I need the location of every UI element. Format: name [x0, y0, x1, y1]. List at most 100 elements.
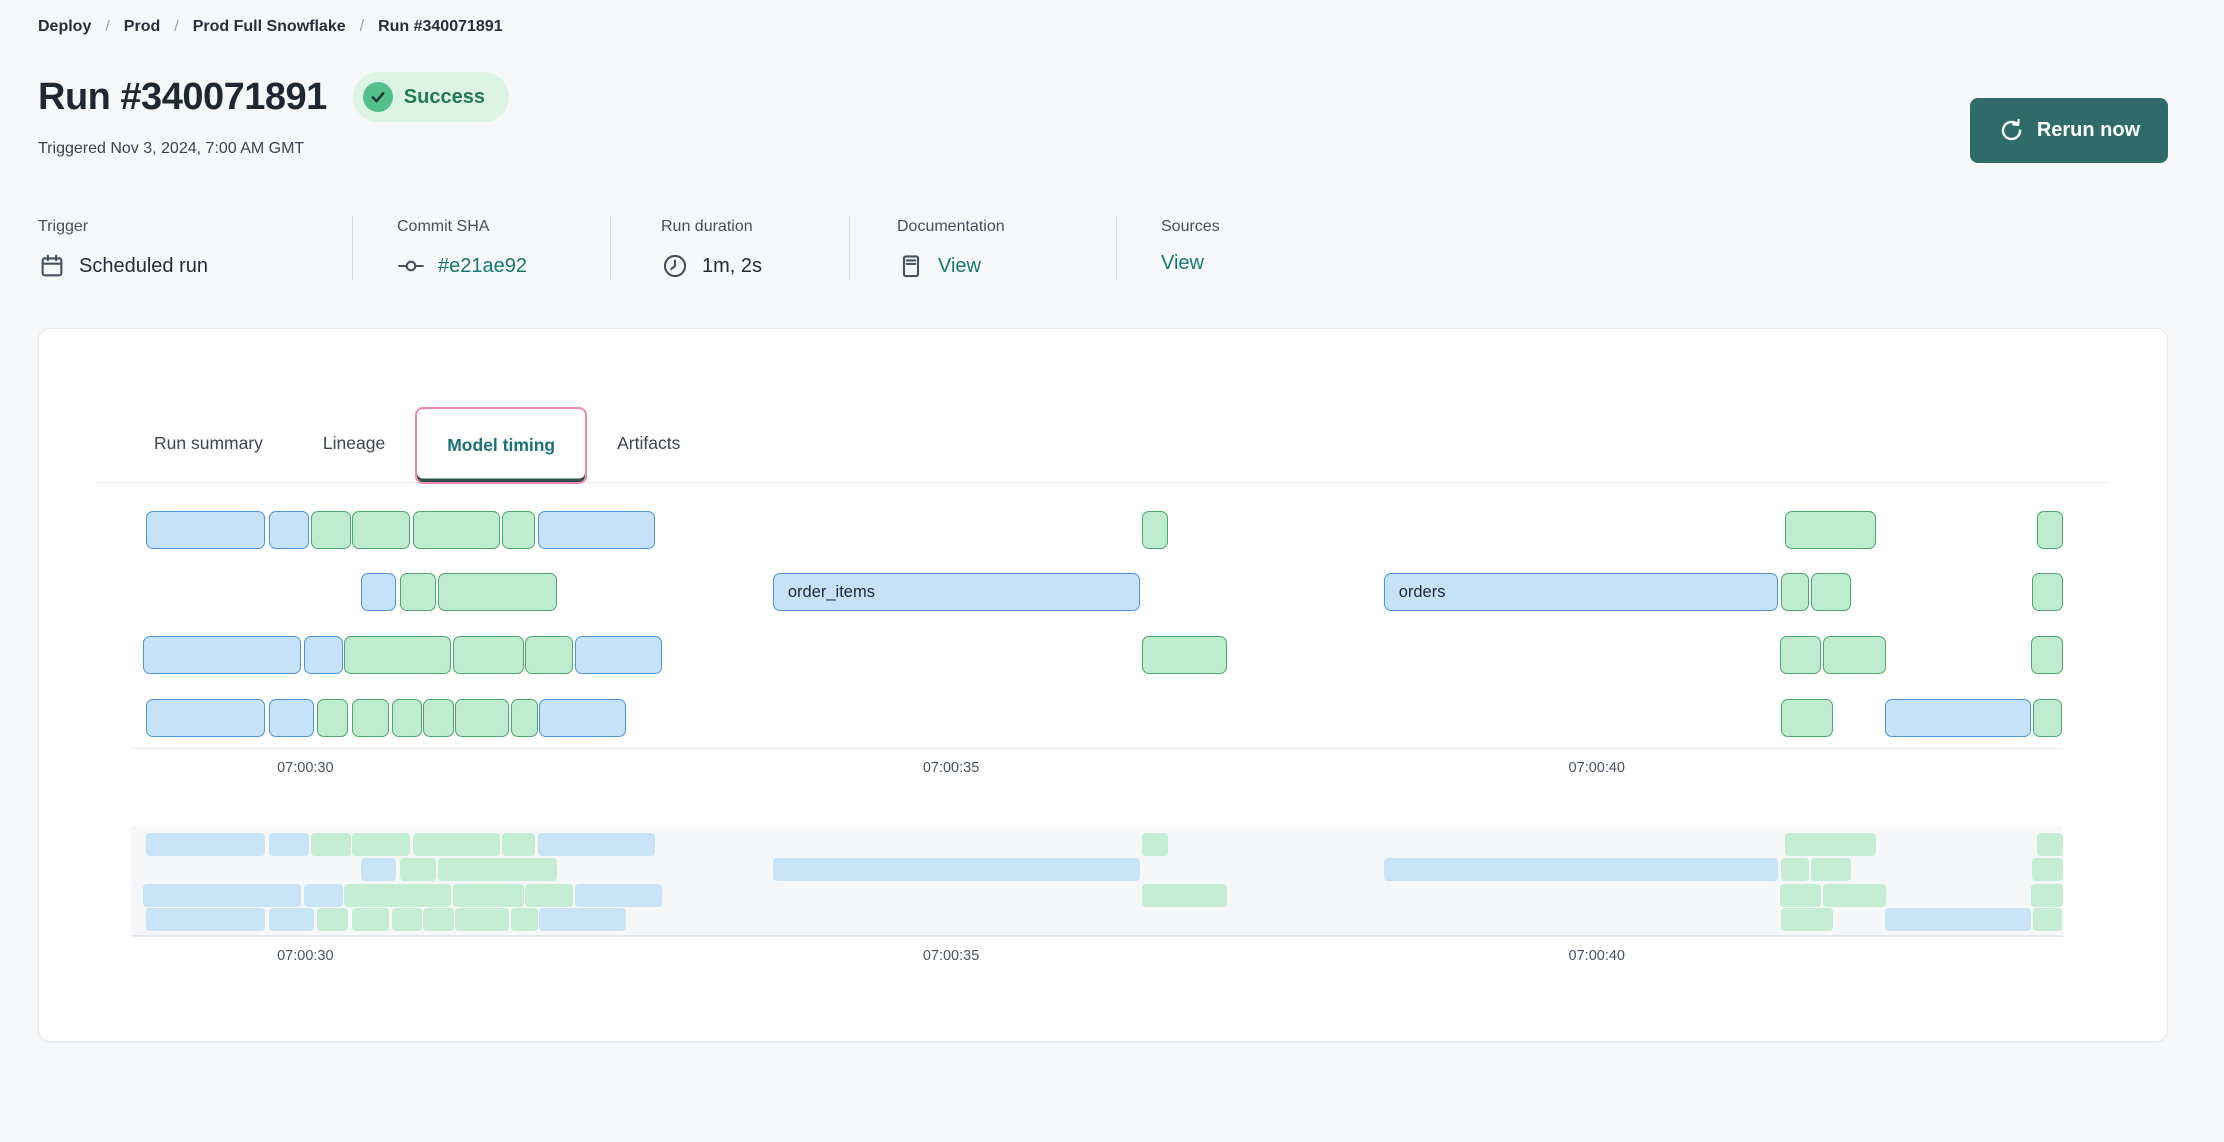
breadcrumb-item-prod-full-snowflake[interactable]: Prod Full Snowflake: [193, 18, 346, 36]
gantt-bar[interactable]: [423, 699, 454, 737]
gantt-bar[interactable]: [311, 511, 351, 549]
gantt-bar[interactable]: [453, 636, 524, 674]
doc-icon: [897, 252, 925, 280]
breadcrumb-item-prod[interactable]: Prod: [124, 18, 160, 36]
minimap-bar: [146, 833, 265, 856]
clock-icon: [661, 252, 689, 280]
gantt-bar[interactable]: [525, 636, 573, 674]
gantt-bar[interactable]: [438, 573, 557, 611]
minimap-bar: [773, 858, 1140, 881]
model-timing-chart: order_items orders 07:00:3007:00:3507:00:…: [39, 483, 2167, 973]
minimap-bar: [438, 858, 557, 881]
gantt-bar[interactable]: [413, 511, 501, 549]
meta-value: View: [897, 252, 1116, 280]
minimap-bar: [344, 884, 451, 907]
meta-column-documentation: Documentation View: [849, 216, 1116, 280]
minimap-bar: [525, 884, 573, 907]
gantt-bar[interactable]: [1811, 573, 1851, 611]
breadcrumb-separator: /: [174, 18, 178, 36]
minimap-bar: [304, 884, 343, 907]
gantt-bar[interactable]: [352, 511, 410, 549]
gantt-time-axis: 07:00:3007:00:3507:00:40: [131, 749, 2063, 785]
status-badge: Success: [353, 72, 509, 122]
breadcrumb-item-run-340071891[interactable]: Run #340071891: [378, 18, 503, 36]
gantt-bar[interactable]: [344, 636, 451, 674]
meta-value: 1m, 2s: [661, 252, 849, 280]
gantt-bar[interactable]: [400, 573, 436, 611]
gantt-bar[interactable]: [304, 636, 343, 674]
minimap-bar: [1823, 884, 1886, 907]
gantt-bar[interactable]: [269, 511, 309, 549]
commit-icon: [397, 252, 425, 280]
tab-run-summary[interactable]: Run summary: [124, 407, 293, 482]
gantt-bar[interactable]: [269, 699, 314, 737]
gantt-bar[interactable]: [539, 699, 626, 737]
gantt-bar[interactable]: [146, 511, 265, 549]
triggered-text: Triggered Nov 3, 2024, 7:00 AM GMT: [38, 140, 2168, 158]
run-detail-card: Run summaryLineageModel timingArtifacts …: [38, 328, 2168, 1042]
meta-link-commit-sha[interactable]: #e21ae92: [438, 255, 527, 278]
tab-bar: Run summaryLineageModel timingArtifacts: [96, 407, 2110, 483]
gantt-bar[interactable]: [1785, 511, 1875, 549]
meta-link-sources[interactable]: View: [1161, 252, 1204, 275]
meta-column-trigger: TriggerScheduled run: [38, 216, 352, 280]
minimap-bar: [352, 908, 389, 931]
gantt-bar[interactable]: [502, 511, 536, 549]
gantt-bar[interactable]: [1142, 511, 1168, 549]
gantt-bar[interactable]: [361, 573, 396, 611]
minimap-bar: [2032, 858, 2063, 881]
meta-value: #e21ae92: [397, 252, 610, 280]
minimap-bar: [311, 833, 351, 856]
rerun-button-label: Rerun now: [2037, 119, 2140, 142]
gantt-bar[interactable]: [455, 699, 509, 737]
meta-link-documentation[interactable]: View: [938, 255, 981, 278]
gantt-bar-label: order_items: [774, 583, 875, 602]
tab-artifacts[interactable]: Artifacts: [587, 407, 710, 482]
gantt-bar[interactable]: [1781, 699, 1833, 737]
gantt-bar[interactable]: [1780, 636, 1821, 674]
minimap-bar: [317, 908, 348, 931]
tab-lineage[interactable]: Lineage: [293, 407, 415, 482]
meta-value-text: Scheduled run: [79, 255, 208, 278]
gantt-bar[interactable]: [2032, 573, 2063, 611]
breadcrumb-separator: /: [105, 18, 109, 36]
refresh-icon: [1998, 117, 2025, 144]
breadcrumb-item-deploy[interactable]: Deploy: [38, 18, 91, 36]
gantt-bar[interactable]: [2033, 699, 2061, 737]
breadcrumb-separator: /: [360, 18, 364, 36]
gantt-bar[interactable]: [1885, 699, 2031, 737]
gantt-minimap[interactable]: [131, 826, 2063, 937]
gantt-bar[interactable]: [2031, 636, 2063, 674]
gantt-bar[interactable]: [352, 699, 389, 737]
run-meta-row: TriggerScheduled runCommit SHA#e21ae92Ru…: [38, 216, 2168, 280]
minimap-bar: [539, 908, 626, 931]
gantt-bar[interactable]: [511, 699, 538, 737]
gantt-bar[interactable]: [317, 699, 348, 737]
status-label: Success: [404, 86, 485, 109]
minimap-bar: [502, 833, 536, 856]
gantt-bar[interactable]: [1142, 636, 1227, 674]
meta-value: Scheduled run: [38, 252, 352, 280]
page-title: Run #340071891: [38, 76, 327, 119]
minimap-bar: [1781, 908, 1833, 931]
meta-label: Documentation: [897, 218, 1116, 236]
gantt-bar[interactable]: orders: [1384, 573, 1778, 611]
gantt-bar[interactable]: [1781, 573, 1808, 611]
minimap-bar: [392, 908, 422, 931]
gantt-bar[interactable]: [2037, 511, 2063, 549]
breadcrumb: Deploy / Prod / Prod Full Snowflake / Run #340…: [38, 18, 2168, 36]
axis-tick-label: 07:00:35: [923, 760, 979, 776]
gantt-bar[interactable]: order_items: [773, 573, 1140, 611]
tab-model-timing[interactable]: Model timing: [415, 407, 587, 484]
gantt-bar[interactable]: [575, 636, 662, 674]
gantt-bar[interactable]: [1823, 636, 1886, 674]
gantt-bar[interactable]: [538, 511, 656, 549]
rerun-button[interactable]: Rerun now: [1970, 98, 2168, 163]
gantt-bar[interactable]: [146, 699, 265, 737]
meta-column-sources: SourcesView: [1116, 216, 1220, 280]
minimap-bar: [1780, 884, 1821, 907]
gantt-bar[interactable]: [392, 699, 422, 737]
minimap-bar: [2033, 908, 2061, 931]
axis-tick-label: 07:00:40: [1569, 948, 1625, 964]
gantt-bar[interactable]: [143, 636, 302, 674]
